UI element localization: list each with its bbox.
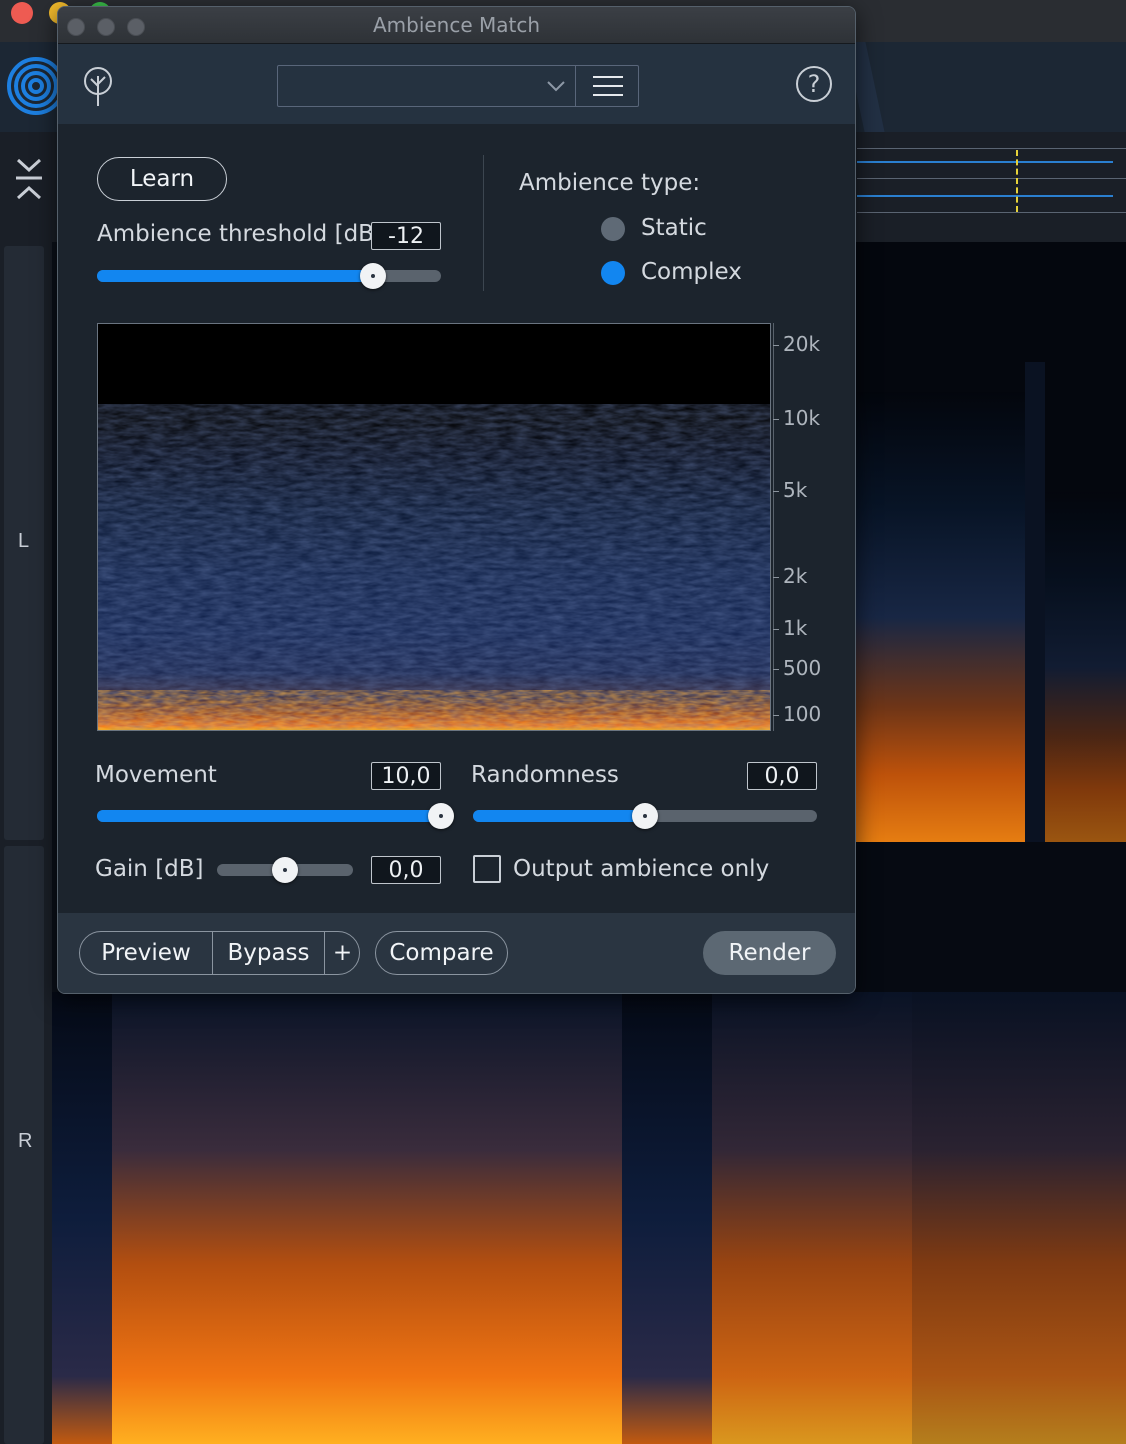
learn-button[interactable]: Learn — [97, 157, 227, 201]
preview-bypass-group: Preview Bypass + — [79, 931, 360, 975]
threshold-value-field[interactable]: -12 — [371, 222, 441, 250]
tick-label-500: 500 — [783, 656, 822, 680]
host-channel-rail: L R — [0, 132, 52, 1444]
render-button[interactable]: Render — [703, 931, 836, 975]
collapse-icon[interactable] — [14, 154, 44, 202]
preview-button[interactable]: Preview — [80, 932, 212, 974]
plugin-header: ? — [58, 44, 855, 124]
randomness-value-field[interactable]: 0,0 — [747, 762, 817, 790]
tick-mark — [773, 491, 779, 492]
waveform-right — [857, 195, 1113, 197]
spectrum-texture — [98, 434, 770, 730]
host-spectrogram-gap — [855, 842, 1126, 992]
static-radio[interactable] — [601, 217, 625, 241]
ambience-spectrum-display[interactable] — [97, 323, 771, 731]
movement-slider-fill — [97, 810, 441, 822]
threshold-slider-fill — [97, 270, 373, 282]
window-title: Ambience Match — [372, 13, 541, 37]
tick-mark — [773, 629, 779, 630]
tick-label-20k: 20k — [783, 332, 821, 356]
app-logo-icon — [7, 57, 60, 115]
tick-label-2k: 2k — [783, 564, 808, 588]
tick-mark — [773, 669, 779, 670]
channel-right-label: R — [18, 1130, 33, 1152]
tick-label-1k: 1k — [783, 616, 808, 640]
waveform-left — [857, 161, 1113, 163]
chevron-down-icon — [547, 81, 565, 92]
menu-icon[interactable] — [591, 74, 625, 98]
movement-label: Movement — [95, 762, 217, 788]
help-button[interactable]: ? — [796, 66, 832, 102]
ambience-match-window: Ambience Match ? Learn Ambience threshol… — [57, 6, 856, 994]
tick-mark — [773, 419, 779, 420]
complex-radio-label[interactable]: Complex — [641, 259, 742, 285]
output-ambience-label[interactable]: Output ambience only — [513, 856, 769, 882]
channel-left-label: L — [18, 530, 30, 552]
tick-mark — [773, 715, 779, 716]
host-close-button[interactable] — [11, 2, 33, 24]
tick-label-100: 100 — [783, 702, 822, 726]
threshold-slider-handle[interactable] — [360, 263, 386, 289]
randomness-label: Randomness — [471, 762, 619, 788]
host-spectrogram-left[interactable] — [855, 242, 1126, 842]
help-icon: ? — [807, 70, 821, 98]
preset-divider — [575, 66, 576, 106]
randomness-slider-fill — [473, 810, 647, 822]
add-bypass-button[interactable]: + — [325, 932, 360, 974]
complex-radio[interactable] — [601, 261, 625, 285]
movement-value-field[interactable]: 10,0 — [371, 762, 441, 790]
gain-slider-handle[interactable] — [272, 857, 298, 883]
host-spectrogram-right[interactable] — [52, 992, 1126, 1444]
waveform-guide — [857, 178, 1126, 179]
ambience-type-label: Ambience type: — [519, 170, 701, 196]
window-titlebar[interactable]: Ambience Match — [58, 7, 855, 44]
preset-dropdown[interactable] — [277, 65, 639, 107]
compare-button[interactable]: Compare — [375, 931, 508, 975]
output-ambience-checkbox[interactable] — [473, 855, 501, 883]
tick-mark — [773, 345, 779, 346]
plugin-footer: Preview Bypass + Compare Render — [58, 913, 855, 993]
section-divider — [483, 155, 484, 291]
tree-icon[interactable] — [82, 66, 114, 108]
tick-label-10k: 10k — [783, 406, 821, 430]
gain-label: Gain [dB] — [95, 856, 204, 882]
movement-slider-handle[interactable] — [428, 803, 454, 829]
host-toolbar-tab — [855, 42, 1126, 132]
waveform-guide — [857, 148, 1126, 149]
tick-mark — [773, 577, 779, 578]
gain-value-field[interactable]: 0,0 — [371, 856, 441, 884]
playhead-marker[interactable] — [1016, 150, 1018, 212]
tick-label-5k: 5k — [783, 478, 808, 502]
waveform-guide — [857, 212, 1126, 213]
randomness-slider-handle[interactable] — [632, 803, 658, 829]
bypass-button[interactable]: Bypass — [213, 932, 324, 974]
threshold-label: Ambience threshold [dB] — [97, 221, 383, 247]
static-radio-label[interactable]: Static — [641, 215, 707, 241]
